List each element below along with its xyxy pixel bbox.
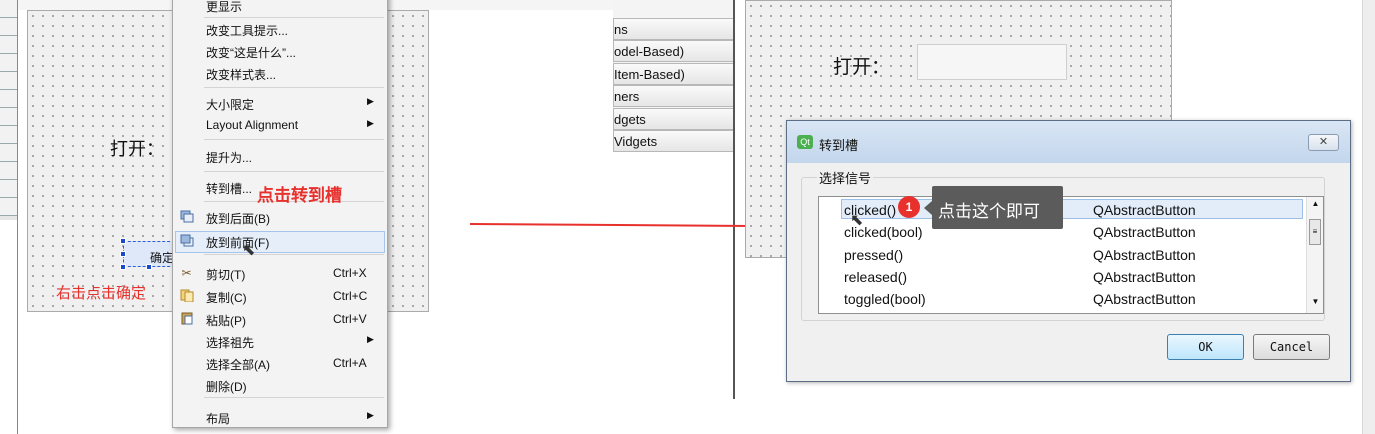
- signal-list-scrollbar[interactable]: ▲ ≡ ▼: [1306, 197, 1323, 313]
- submenu-arrow-icon: ▶: [367, 334, 374, 344]
- right-edge-panel: [1362, 0, 1375, 434]
- mouse-cursor-icon: ⬉: [242, 242, 256, 259]
- resize-handle-icon[interactable]: [120, 264, 126, 270]
- annotation-go-to-slot: 点击转到槽: [257, 186, 342, 205]
- open-label-left: 打开：: [110, 139, 164, 159]
- paste-icon: [179, 312, 194, 326]
- scroll-thumb[interactable]: ≡: [1309, 219, 1321, 245]
- send-to-back-icon: [179, 210, 194, 224]
- widget-box-category[interactable]: Vidgets: [613, 130, 734, 152]
- menu-item-paste[interactable]: 粘贴(P) Ctrl+V: [173, 309, 387, 329]
- red-arrow-icon: [470, 217, 768, 235]
- submenu-arrow-icon: ▶: [367, 96, 374, 106]
- menu-item-layout-alignment[interactable]: Layout Alignment ▶: [173, 115, 387, 135]
- panel-divider: [733, 0, 735, 399]
- menu-item-change-whatsthis[interactable]: 改变“这是什么”...: [173, 41, 387, 61]
- scroll-down-arrow-icon[interactable]: ▼: [1307, 297, 1324, 311]
- cut-icon: ✂: [181, 266, 192, 280]
- cancel-button[interactable]: Cancel: [1253, 334, 1330, 360]
- menu-item-size-constraints[interactable]: 大小限定 ▶: [173, 93, 387, 113]
- widget-box-category[interactable]: dgets: [613, 108, 734, 130]
- close-button[interactable]: ✕: [1308, 134, 1339, 151]
- widget-box-panel: ns odel-Based) Item-Based) ners dgets Vi…: [613, 0, 734, 152]
- property-strip: [0, 0, 17, 220]
- open-line-edit[interactable]: [917, 44, 1067, 80]
- widget-box-category[interactable]: Item-Based): [613, 63, 734, 85]
- screenshot-stage: 打开： 确定 右击点击确定 更显示 改变工具提示... 改变“这是什么”... …: [0, 0, 1375, 434]
- resize-handle-icon[interactable]: [120, 238, 126, 244]
- tooltip-annotation: 点击这个即可: [932, 186, 1063, 229]
- signal-group-title: 选择信号: [817, 168, 874, 187]
- scroll-up-arrow-icon[interactable]: ▲: [1307, 199, 1324, 213]
- menu-item-layout[interactable]: 布局 ▶: [173, 407, 387, 427]
- annotation-right-click: 右击点击确定: [56, 285, 147, 302]
- signal-row-released[interactable]: released() QAbstractButton: [819, 266, 1304, 288]
- go-to-slot-dialog: Qt 转到槽 ✕ 选择信号 clicked() QAbstractButton …: [786, 120, 1351, 382]
- menu-separator: [204, 397, 384, 398]
- bring-to-front-icon: [179, 234, 194, 248]
- signal-row-pressed[interactable]: pressed() QAbstractButton: [819, 244, 1304, 266]
- left-divider: [17, 0, 18, 434]
- menu-separator: [204, 87, 384, 88]
- menu-separator: [204, 171, 384, 172]
- widget-box-category[interactable]: ns: [613, 18, 734, 40]
- signal-row-toggled[interactable]: toggled(bool) QAbstractButton: [819, 288, 1304, 310]
- submenu-arrow-icon: ▶: [367, 118, 374, 128]
- menu-item-delete[interactable]: 删除(D): [173, 375, 387, 395]
- qt-designer-icon: Qt: [797, 135, 813, 149]
- copy-icon: [179, 289, 194, 303]
- submenu-arrow-icon: ▶: [367, 410, 374, 420]
- widget-box-category[interactable]: odel-Based): [613, 40, 734, 62]
- menu-item-change-stylesheet[interactable]: 改变样式表...: [173, 63, 387, 83]
- menu-item-change-tooltip[interactable]: 改变工具提示...: [173, 19, 387, 39]
- ok-button[interactable]: OK: [1167, 334, 1244, 360]
- dialog-titlebar[interactable]: Qt 转到槽 ✕: [787, 121, 1350, 163]
- menu-separator: [204, 139, 384, 140]
- dialog-title: 转到槽: [819, 138, 859, 153]
- menu-item-promote-to[interactable]: 提升为...: [173, 146, 387, 166]
- signal-list[interactable]: clicked() QAbstractButton clicked(bool) …: [818, 196, 1324, 314]
- menu-item-cut[interactable]: ✂ 剪切(T) Ctrl+X: [173, 263, 387, 283]
- resize-handle-icon[interactable]: [146, 264, 152, 270]
- resize-handle-icon[interactable]: [120, 251, 126, 257]
- mouse-cursor-icon: ⬉: [850, 212, 864, 229]
- step-number-badge: 1: [898, 196, 920, 218]
- menu-item-send-to-back[interactable]: 放到后面(B): [173, 207, 387, 227]
- menu-separator: [204, 254, 384, 255]
- context-menu: 更显示 改变工具提示... 改变“这是什么”... 改变样式表... 大小限定 ▶…: [172, 0, 388, 428]
- tooltip-arrow-icon: [924, 201, 932, 215]
- menu-item-select-all[interactable]: 选择全部(A) Ctrl+A: [173, 353, 387, 373]
- menu-separator: [204, 17, 384, 18]
- open-label-right: 打开：: [833, 57, 891, 78]
- menu-item-copy[interactable]: 复制(C) Ctrl+C: [173, 286, 387, 306]
- menu-item-bring-to-front[interactable]: 放到前面(F): [173, 231, 387, 251]
- menu-item-partial[interactable]: 更显示: [173, 0, 387, 15]
- widget-box-category[interactable]: ners: [613, 85, 734, 107]
- menu-item-select-ancestor[interactable]: 选择祖先 ▶: [173, 331, 387, 351]
